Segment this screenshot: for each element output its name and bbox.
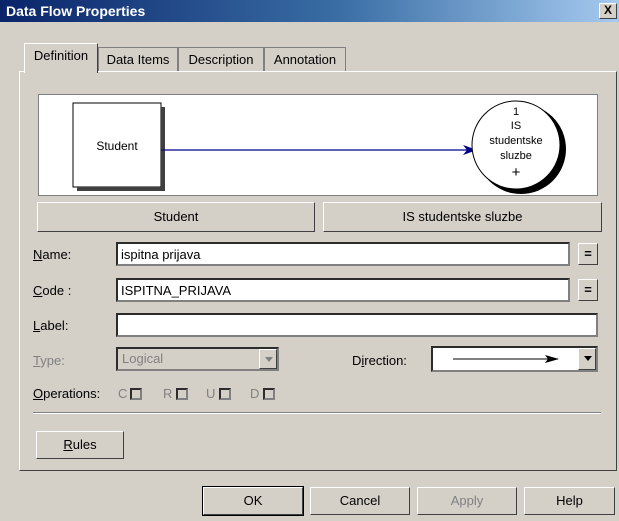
separator [33,412,601,414]
close-icon: X [603,3,612,17]
op-u-checkbox[interactable] [219,388,231,400]
title-bar: Data Flow Properties X [0,0,619,22]
op-u-label: U [206,386,216,401]
help-button[interactable]: Help [524,487,615,515]
tab-data-items-label: Data Items [106,52,170,67]
direction-label: Direction: [352,353,407,368]
type-label: Type: [33,353,65,368]
entity-label: Student [96,139,138,153]
ok-button[interactable]: OK [202,486,304,516]
code-label: Code : [33,283,72,298]
source-object-label: Student [153,209,199,224]
direction-select[interactable] [431,346,598,372]
process-label-1: IS [511,120,521,132]
dataflow-diagram: Student 1 IS studentske sluzbe + [38,94,598,196]
entity-shadow [161,107,165,191]
rules-button[interactable]: Rules [36,431,124,459]
op-d-label: D [250,386,260,401]
process-number: 1 [513,106,519,118]
type-dropdown-icon[interactable] [259,349,277,369]
type-value: Logical [122,351,164,366]
tab-definition-label: Definition [33,48,89,63]
op-c-checkbox[interactable] [130,388,142,400]
apply-button[interactable]: Apply [417,487,517,515]
close-button[interactable]: X [599,3,617,19]
target-object-label: IS studentske sluzbe [402,209,523,224]
code-equals-button[interactable]: = [578,279,598,301]
op-d-checkbox[interactable] [263,388,275,400]
target-object-button[interactable]: IS studentske sluzbe [323,202,602,232]
type-select[interactable]: Logical [116,347,279,371]
source-object-button[interactable]: Student [37,202,315,232]
tab-annotation-label: Annotation [273,52,337,67]
cancel-button[interactable]: Cancel [310,487,410,515]
entity-shadow-bottom [77,187,165,191]
direction-dropdown-icon[interactable] [578,348,596,370]
label-label: Label: [33,318,69,333]
tab-description[interactable]: Description [178,47,264,71]
op-c-label: C [118,386,128,401]
tab-annotation[interactable]: Annotation [264,47,346,71]
op-r-checkbox[interactable] [176,388,188,400]
name-label: Name: [33,247,72,262]
op-r-label: R [163,386,173,401]
process-plus-icon: + [512,164,521,181]
direction-arrow-icon [453,355,559,363]
code-input[interactable]: ISPITNA_PRIJAVA [116,278,570,302]
tab-data-items[interactable]: Data Items [98,47,178,71]
process-label-3: sluzbe [500,150,532,162]
code-value: ISPITNA_PRIJAVA [121,283,232,298]
operations-label: Operations: [33,386,101,401]
label-input[interactable] [116,313,598,337]
tab-definition[interactable]: Definition [24,43,98,73]
name-input[interactable]: ispitna prijava [116,242,570,266]
process-label-2: studentske [489,135,542,147]
window-title: Data Flow Properties [6,3,146,19]
name-equals-button[interactable]: = [578,243,598,265]
name-value: ispitna prijava [121,247,201,262]
tab-description-label: Description [188,52,254,67]
